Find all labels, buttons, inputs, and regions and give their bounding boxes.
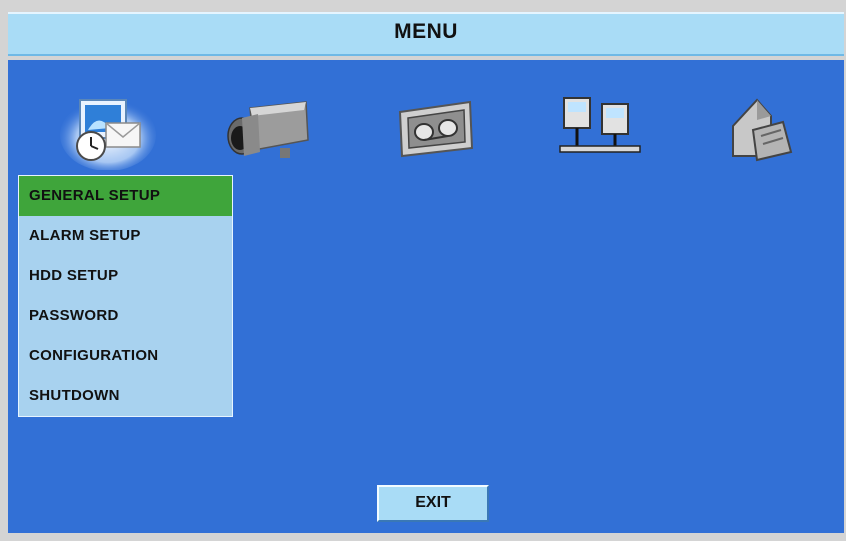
event-log-icon[interactable]	[713, 90, 813, 170]
system-settings-icon[interactable]	[58, 90, 158, 171]
submenu-item-password[interactable]: PASSWORD	[19, 296, 232, 336]
exit-button[interactable]: EXIT	[377, 485, 489, 522]
title-bar: MENU	[8, 12, 844, 56]
menu-panel: GENERAL SETUP ALARM SETUP HDD SETUP PASS…	[8, 60, 844, 533]
recording-tape-icon[interactable]	[386, 90, 486, 170]
page-title: MENU	[394, 20, 458, 43]
menu-window: MENU GENERAL SETUP ALARM SETUP HDD SETUP…	[0, 0, 846, 541]
submenu-item-alarm-setup[interactable]: ALARM SETUP	[19, 216, 232, 256]
network-icon[interactable]	[548, 90, 648, 170]
submenu-item-general-setup[interactable]: GENERAL SETUP	[19, 176, 232, 216]
submenu-item-configuration[interactable]: CONFIGURATION	[19, 336, 232, 376]
submenu-list: GENERAL SETUP ALARM SETUP HDD SETUP PASS…	[18, 175, 233, 417]
submenu-item-hdd-setup[interactable]: HDD SETUP	[19, 256, 232, 296]
submenu-item-shutdown[interactable]: SHUTDOWN	[19, 376, 232, 416]
camera-icon[interactable]	[218, 90, 318, 170]
